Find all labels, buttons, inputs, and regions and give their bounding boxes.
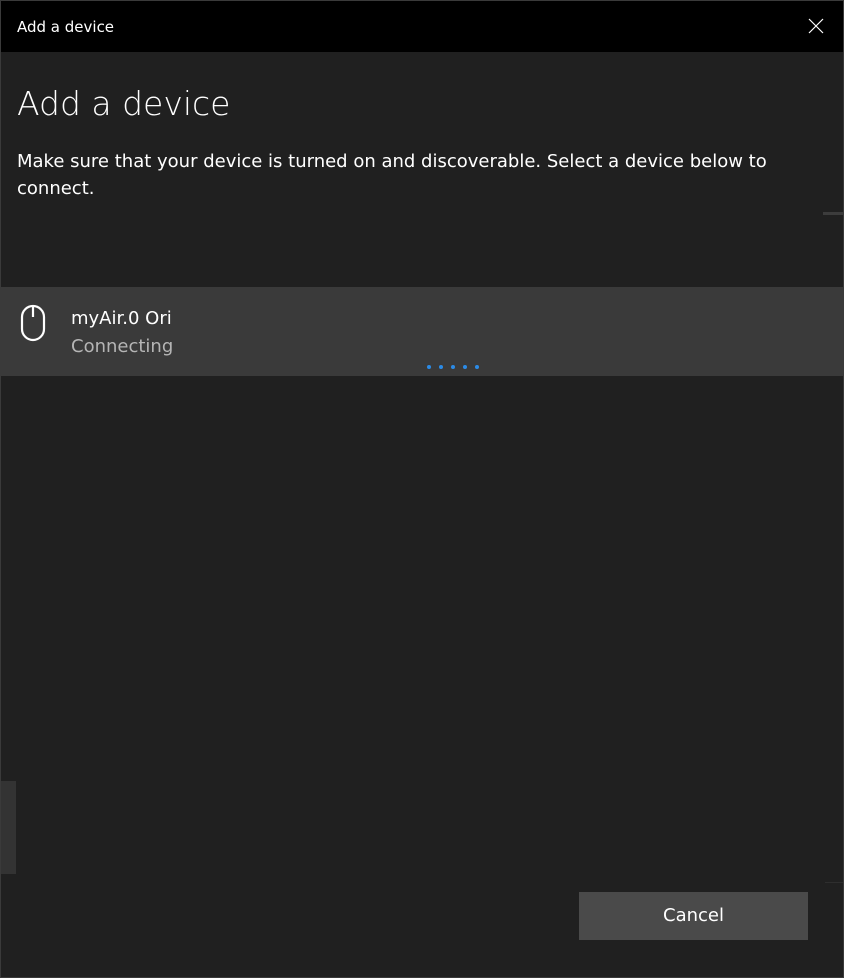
- close-icon: [808, 18, 824, 34]
- progress-dot: [475, 365, 479, 369]
- progress-dot: [463, 365, 467, 369]
- instructions-text: Make sure that your device is turned on …: [17, 151, 767, 199]
- scroll-indicator: [823, 212, 843, 215]
- footer-divider: [825, 882, 843, 883]
- cancel-button[interactable]: Cancel: [579, 892, 808, 940]
- title-bar: Add a device: [1, 1, 843, 52]
- device-list-item[interactable]: myAir.0 Ori Connecting: [1, 287, 843, 376]
- add-device-dialog: Add a device Add a device Make sure that…: [0, 0, 844, 978]
- page-title: Add a device: [17, 84, 231, 123]
- device-status: Connecting: [71, 336, 174, 357]
- progress-dot: [427, 365, 431, 369]
- mouse-icon: [20, 304, 46, 342]
- progress-dot: [439, 365, 443, 369]
- progress-dot: [451, 365, 455, 369]
- scrollbar-thumb[interactable]: [1, 781, 16, 874]
- window-title: Add a device: [17, 18, 115, 36]
- device-name: myAir.0 Ori: [71, 308, 172, 329]
- close-button[interactable]: [789, 1, 843, 52]
